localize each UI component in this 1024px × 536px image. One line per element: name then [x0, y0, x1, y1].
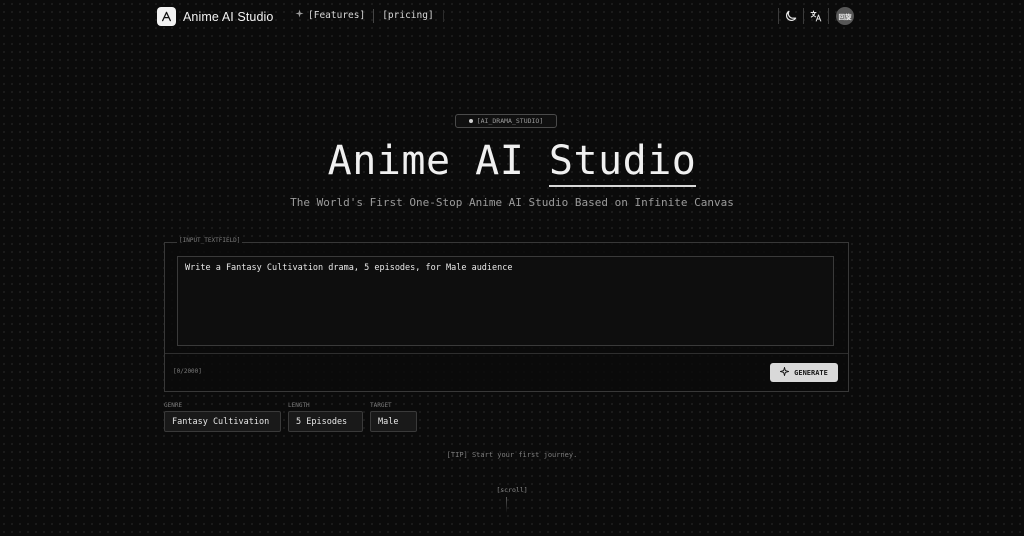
target-value: Male	[378, 416, 399, 427]
header-divider	[828, 8, 829, 24]
theme-toggle-button[interactable]	[781, 6, 801, 26]
nav-divider	[442, 10, 444, 22]
title-part-2: Studio	[548, 138, 697, 187]
sparkle-icon	[295, 9, 304, 23]
nav-pricing[interactable]: [pricing]	[374, 9, 441, 23]
genre-select[interactable]: Fantasy Cultivation	[164, 411, 281, 432]
genre-value: Fantasy Cultivation	[172, 416, 270, 427]
translate-icon	[810, 7, 822, 26]
main-nav: [Features] [pricing]	[287, 9, 444, 23]
length-value: 5 Episodes	[296, 416, 348, 427]
badge-label: [AI_DRAMA_STUDIO]	[476, 117, 544, 125]
user-avatar[interactable]: 回旋	[836, 7, 854, 25]
sparkle-icon	[778, 365, 791, 378]
title-part-1: Anime AI	[327, 138, 549, 184]
logo-a-icon	[157, 7, 176, 26]
header-divider	[803, 8, 804, 24]
tip-text: [TIP] Start your first journey.	[446, 451, 578, 459]
char-counter: [0/2000]	[173, 368, 202, 375]
generate-button[interactable]: GENERATE	[770, 363, 838, 382]
length-select[interactable]: 5 Episodes	[288, 411, 363, 432]
header-divider	[778, 8, 779, 24]
app-logo[interactable]: Anime AI Studio	[157, 7, 273, 26]
nav-features-label: [Features]	[308, 10, 366, 21]
prompt-panel-label: [INPUT_TEXTFIELD]	[177, 237, 243, 244]
status-dot-icon	[468, 119, 473, 123]
target-select[interactable]: Male	[370, 411, 417, 432]
scroll-line	[506, 497, 507, 513]
prompt-input[interactable]: Write a Fantasy Cultivation drama, 5 epi…	[177, 256, 834, 346]
moon-icon	[785, 7, 798, 26]
target-label: TARGET	[370, 402, 392, 409]
language-button[interactable]	[806, 6, 826, 26]
hero-badge: [AI_DRAMA_STUDIO]	[455, 114, 557, 128]
generate-label: GENERATE	[794, 368, 828, 377]
prompt-divider	[165, 353, 848, 354]
app-name: Anime AI Studio	[183, 9, 274, 24]
page-subtitle: The World's First One-Stop Anime AI Stud…	[290, 196, 734, 209]
top-header: Anime AI Studio [Features] [pricing] 回旋	[0, 0, 1024, 32]
nav-features[interactable]: [Features]	[287, 9, 373, 23]
scroll-indicator[interactable]: [scroll]	[0, 486, 1024, 494]
page-title: Anime AI Studio	[0, 138, 1024, 187]
genre-label: GENRE	[164, 402, 183, 409]
nav-pricing-label: [pricing]	[382, 10, 434, 21]
header-actions: 回旋	[776, 6, 854, 26]
length-label: LENGTH	[288, 402, 310, 409]
